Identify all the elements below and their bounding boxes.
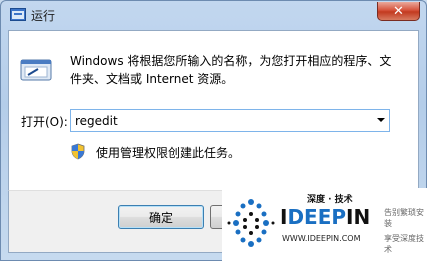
ideepin-logo-icon [227,199,275,247]
open-label: 打开(O): [21,115,68,129]
run-app-icon [10,8,26,21]
brand-suffix: IN [346,205,371,229]
admin-note: 使用管理权限创建此任务。 [96,146,241,160]
run-description: Windows 将根据您所输入的名称，为您打开相应的程序、文件夹、文档或 Int… [70,54,392,86]
close-button[interactable]: ✕ [377,2,420,21]
watermark-brand: IDEEPIN [280,205,370,229]
watermark-side-line1: 告别繁琐安装 [384,208,424,228]
run-program-icon [20,59,52,81]
watermark-url: WWW.IDEEPIN.COM [282,234,361,243]
open-combobox[interactable] [70,109,390,132]
open-input[interactable] [71,110,375,131]
watermark-top-text: 深度 · 技术 [307,195,353,205]
watermark: 深度 · 技术 IDEEPIN WWW.IDEEPIN.COM 告别繁琐安装 享… [222,188,427,261]
close-icon: ✕ [393,3,404,19]
window-title: 运行 [31,9,56,23]
ok-button[interactable]: 确定 [118,205,204,229]
watermark-side-line2: 享受深度技术 [384,234,424,254]
title-bar[interactable]: 运行 ✕ [1,1,427,31]
uac-shield-icon [71,143,85,160]
chevron-down-icon[interactable] [377,118,385,122]
brand-mid: DEEP [287,205,347,229]
